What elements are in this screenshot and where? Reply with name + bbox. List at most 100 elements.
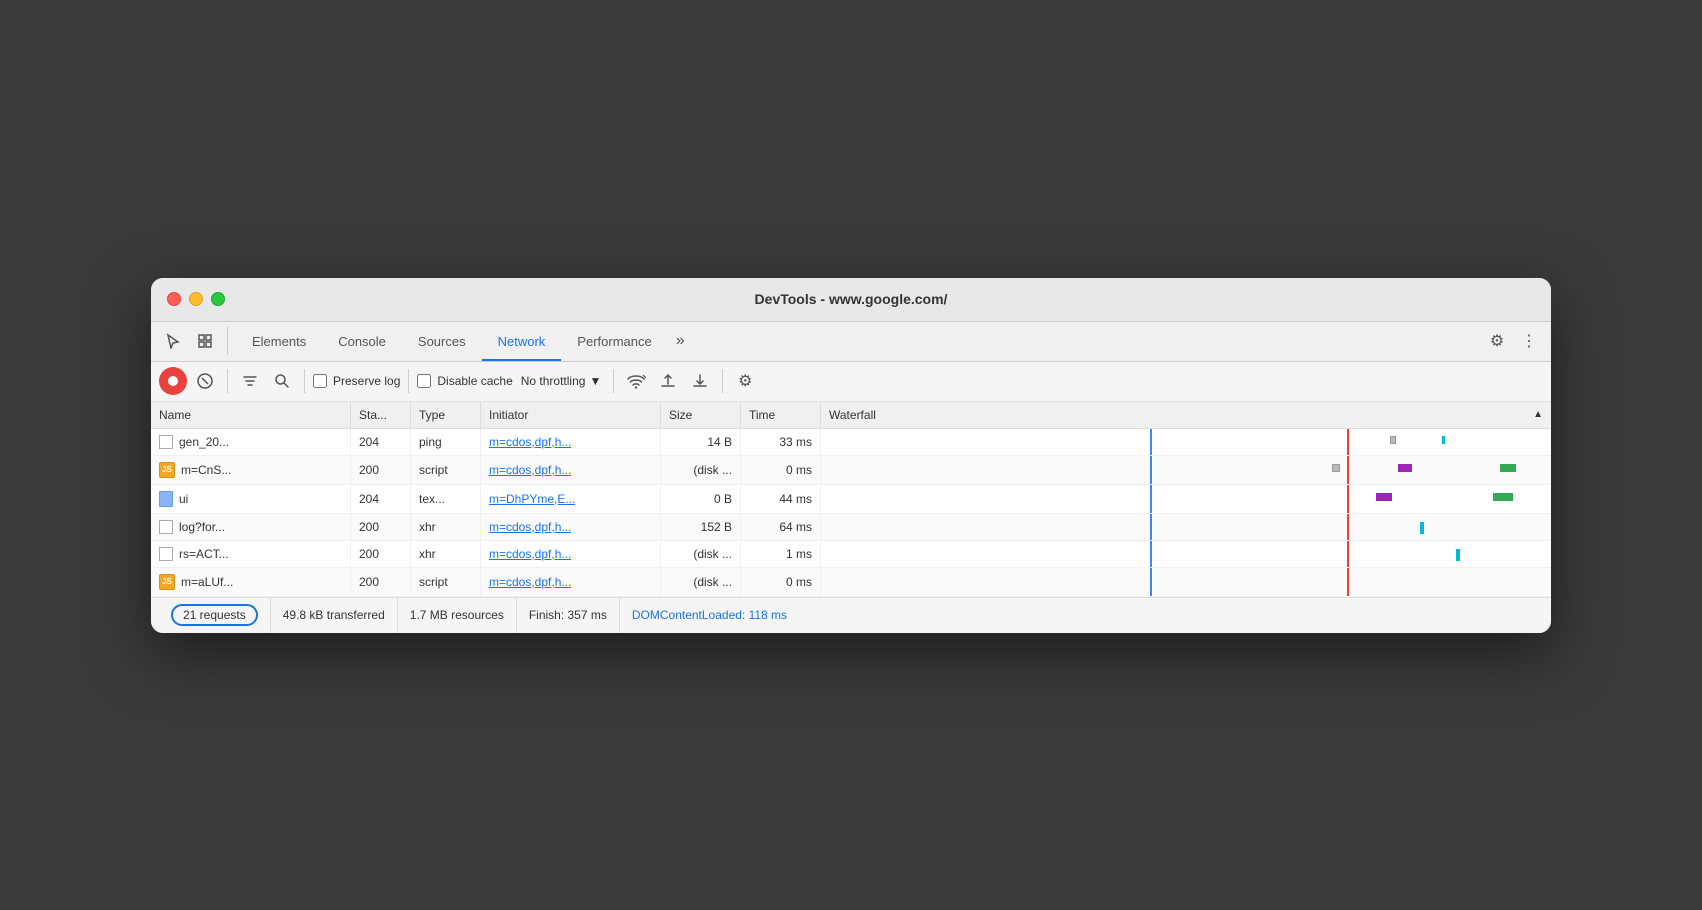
td-initiator: m=cdos,dpf,h... <box>481 429 661 455</box>
disable-cache-input[interactable] <box>417 374 431 388</box>
waterfall-blue-line <box>1150 568 1152 596</box>
td-status: 200 <box>351 514 411 540</box>
td-waterfall <box>821 514 1551 540</box>
more-options-icon[interactable]: ⋮ <box>1515 327 1543 355</box>
dom-content-loaded: DOMContentLoaded: 118 ms <box>620 598 799 633</box>
disable-cache-checkbox[interactable]: Disable cache <box>417 374 512 388</box>
download-icon[interactable] <box>686 367 714 395</box>
waterfall-red-line <box>1347 541 1349 567</box>
doc-icon <box>159 491 173 507</box>
window-title: DevTools - www.google.com/ <box>755 291 948 307</box>
td-type: tex... <box>411 485 481 513</box>
td-initiator: m=DhPYme,E... <box>481 485 661 513</box>
td-size: 152 B <box>661 514 741 540</box>
waterfall-bar-green <box>1493 493 1513 501</box>
transferred-size: 49.8 kB transferred <box>271 598 398 633</box>
waterfall-bar-purple <box>1376 493 1392 501</box>
throttling-select[interactable]: No throttling ▼ <box>517 372 606 390</box>
preserve-log-checkbox[interactable]: Preserve log <box>313 374 400 388</box>
record-button[interactable] <box>159 367 187 395</box>
traffic-lights <box>167 292 225 306</box>
separator-2 <box>304 369 305 393</box>
tab-elements[interactable]: Elements <box>236 321 322 361</box>
more-tabs-button[interactable]: » <box>668 332 693 350</box>
th-status[interactable]: Sta... <box>351 402 411 428</box>
td-status: 200 <box>351 456 411 484</box>
network-toolbar: Preserve log Disable cache No throttling… <box>151 362 1551 402</box>
td-size: 14 B <box>661 429 741 455</box>
td-status: 200 <box>351 568 411 596</box>
finish-time: Finish: 357 ms <box>517 598 620 633</box>
settings-icon[interactable]: ⚙ <box>1483 327 1511 355</box>
waterfall-bar-cyan <box>1456 549 1460 561</box>
tab-performance[interactable]: Performance <box>561 321 667 361</box>
cursor-icon[interactable] <box>159 327 187 355</box>
th-waterfall[interactable]: Waterfall ▲ <box>821 402 1551 428</box>
waterfall-bar-cyan <box>1420 522 1424 534</box>
td-status: 204 <box>351 485 411 513</box>
td-size: (disk ... <box>661 541 741 567</box>
tab-network[interactable]: Network <box>482 321 562 361</box>
table-row[interactable]: rs=ACT... 200 xhr m=cdos,dpf,h... (disk … <box>151 541 1551 568</box>
tabs-list: Elements Console Sources Network Perform… <box>236 321 1483 361</box>
td-name: ui <box>151 485 351 513</box>
table-row[interactable]: JS m=CnS... 200 script m=cdos,dpf,h... (… <box>151 456 1551 485</box>
wifi-icon[interactable] <box>622 367 650 395</box>
waterfall-bar-green <box>1500 464 1516 472</box>
td-name: JS m=CnS... <box>151 456 351 484</box>
table-row[interactable]: ui 204 tex... m=DhPYme,E... 0 B 44 ms <box>151 485 1551 514</box>
minimize-button[interactable] <box>189 292 203 306</box>
table-row[interactable]: gen_20... 204 ping m=cdos,dpf,h... 14 B … <box>151 429 1551 456</box>
td-name: log?for... <box>151 514 351 540</box>
td-type: script <box>411 456 481 484</box>
waterfall-bar-purple <box>1398 464 1412 472</box>
search-button[interactable] <box>268 367 296 395</box>
td-waterfall <box>821 568 1551 596</box>
waterfall-red-line <box>1347 485 1349 513</box>
th-type[interactable]: Type <box>411 402 481 428</box>
td-size: (disk ... <box>661 568 741 596</box>
table-row[interactable]: log?for... 200 xhr m=cdos,dpf,h... 152 B… <box>151 514 1551 541</box>
upload-icon[interactable] <box>654 367 682 395</box>
separator-5 <box>722 369 723 393</box>
checkbox-icon <box>159 520 173 534</box>
table-header-row: Name Sta... Type Initiator Size Time Wat… <box>151 402 1551 429</box>
td-size: (disk ... <box>661 456 741 484</box>
requests-badge: 21 requests <box>171 604 258 626</box>
td-name: JS m=aLUf... <box>151 568 351 596</box>
clear-button[interactable] <box>191 367 219 395</box>
network-settings-icon[interactable]: ⚙ <box>731 367 759 395</box>
close-button[interactable] <box>167 292 181 306</box>
td-time: 44 ms <box>741 485 821 513</box>
td-name: rs=ACT... <box>151 541 351 567</box>
tab-settings-group: ⚙ ⋮ <box>1483 327 1543 355</box>
td-type: xhr <box>411 514 481 540</box>
td-size: 0 B <box>661 485 741 513</box>
devtools-tab-bar: Elements Console Sources Network Perform… <box>151 322 1551 362</box>
th-initiator[interactable]: Initiator <box>481 402 661 428</box>
js-icon: JS <box>159 574 175 590</box>
maximize-button[interactable] <box>211 292 225 306</box>
separator-1 <box>227 369 228 393</box>
inspect-icon[interactable] <box>191 327 219 355</box>
td-type: ping <box>411 429 481 455</box>
requests-count: 21 requests <box>159 598 271 633</box>
preserve-log-input[interactable] <box>313 374 327 388</box>
th-name[interactable]: Name <box>151 402 351 428</box>
network-table: Name Sta... Type Initiator Size Time Wat… <box>151 402 1551 597</box>
title-bar: DevTools - www.google.com/ <box>151 278 1551 322</box>
waterfall-red-line <box>1347 429 1349 455</box>
waterfall-bar-cyan <box>1442 436 1445 444</box>
waterfall-bar-gray <box>1390 436 1396 444</box>
tab-sources[interactable]: Sources <box>402 321 482 361</box>
th-size[interactable]: Size <box>661 402 741 428</box>
table-row[interactable]: JS m=aLUf... 200 script m=cdos,dpf,h... … <box>151 568 1551 597</box>
tab-console[interactable]: Console <box>322 321 402 361</box>
filter-button[interactable] <box>236 367 264 395</box>
waterfall-blue-line <box>1150 514 1152 540</box>
waterfall-blue-line <box>1150 429 1152 455</box>
td-initiator: m=cdos,dpf,h... <box>481 456 661 484</box>
status-bar: 21 requests 49.8 kB transferred 1.7 MB r… <box>151 597 1551 633</box>
th-time[interactable]: Time <box>741 402 821 428</box>
separator-3 <box>408 369 409 393</box>
